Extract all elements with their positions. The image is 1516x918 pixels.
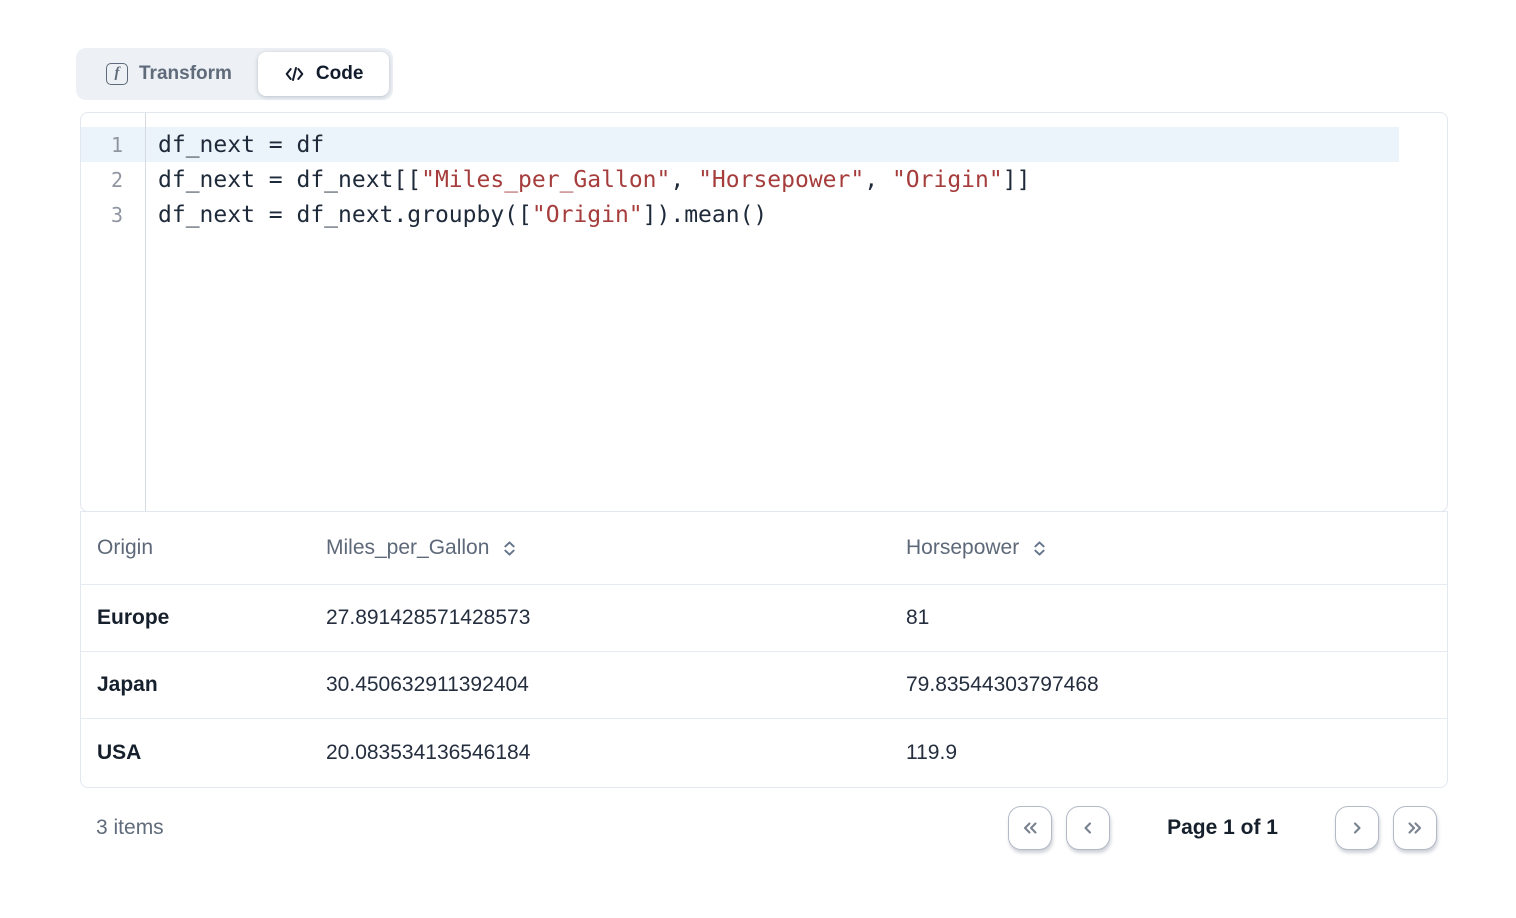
dataframe-transform-panel: f Transform Code 1 df_next = df 2 d (0, 0, 1516, 918)
column-header-miles-per-gallon[interactable]: Miles_per_Gallon (326, 536, 906, 560)
column-label: Miles_per_Gallon (326, 536, 489, 560)
previous-page-button[interactable] (1066, 806, 1110, 850)
table-header-row: Origin Miles_per_Gallon Horsepower (81, 512, 1447, 585)
cell-miles-per-gallon: 27.891428571428573 (326, 606, 906, 630)
code-icon (284, 64, 305, 84)
code-line[interactable]: 2 df_next = df_next[["Miles_per_Gallon",… (81, 162, 1399, 197)
code-text: df_next = df_next.groupby(["Origin"]).me… (146, 202, 767, 228)
cell-origin: Europe (97, 606, 326, 630)
sort-icon (1032, 538, 1047, 559)
column-header-origin: Origin (97, 536, 326, 560)
line-number: 2 (81, 168, 146, 192)
cell-horsepower: 79.83544303797468 (906, 673, 1447, 697)
table-footer: 3 items Page 1 of 1 (80, 788, 1448, 868)
cell-miles-per-gallon: 20.083534136546184 (326, 741, 906, 765)
cell-horsepower: 81 (906, 606, 1447, 630)
column-header-horsepower[interactable]: Horsepower (906, 536, 1447, 560)
cell-origin: USA (97, 741, 326, 765)
chevron-right-icon (1347, 818, 1367, 838)
cell-horsepower: 119.9 (906, 741, 1447, 765)
items-count: 3 items (96, 816, 164, 840)
double-chevron-left-icon (1019, 818, 1041, 838)
code-text: df_next = df_next[["Miles_per_Gallon", "… (146, 167, 1030, 193)
tab-code[interactable]: Code (258, 52, 390, 96)
line-number: 1 (81, 133, 146, 157)
column-label: Horsepower (906, 536, 1019, 560)
line-number: 3 (81, 203, 146, 227)
view-mode-tabbar: f Transform Code (76, 48, 393, 100)
first-page-button[interactable] (1008, 806, 1052, 850)
chevron-left-icon (1078, 818, 1098, 838)
code-lines: 1 df_next = df 2 df_next = df_next[["Mil… (81, 113, 1447, 232)
code-line[interactable]: 3 df_next = df_next.groupby(["Origin"]).… (81, 197, 1399, 232)
result-table: Origin Miles_per_Gallon Horsepower (80, 511, 1448, 788)
column-label: Origin (97, 536, 153, 560)
pagination: Page 1 of 1 (1008, 806, 1437, 850)
double-chevron-right-icon (1404, 818, 1426, 838)
last-page-button[interactable] (1393, 806, 1437, 850)
tab-transform[interactable]: f Transform (80, 52, 258, 96)
table-row: Europe 27.891428571428573 81 (81, 585, 1447, 652)
page-status: Page 1 of 1 (1167, 816, 1278, 840)
tab-transform-label: Transform (139, 63, 232, 85)
sort-icon (502, 538, 517, 559)
function-icon: f (106, 63, 128, 85)
table-row: Japan 30.450632911392404 79.835443037974… (81, 652, 1447, 719)
next-page-button[interactable] (1335, 806, 1379, 850)
table-row: USA 20.083534136546184 119.9 (81, 719, 1447, 786)
cell-miles-per-gallon: 30.450632911392404 (326, 673, 906, 697)
tab-code-label: Code (316, 63, 364, 85)
code-line[interactable]: 1 df_next = df (81, 127, 1399, 162)
code-editor[interactable]: 1 df_next = df 2 df_next = df_next[["Mil… (80, 112, 1448, 512)
code-text: df_next = df (146, 132, 324, 158)
cell-origin: Japan (97, 673, 326, 697)
